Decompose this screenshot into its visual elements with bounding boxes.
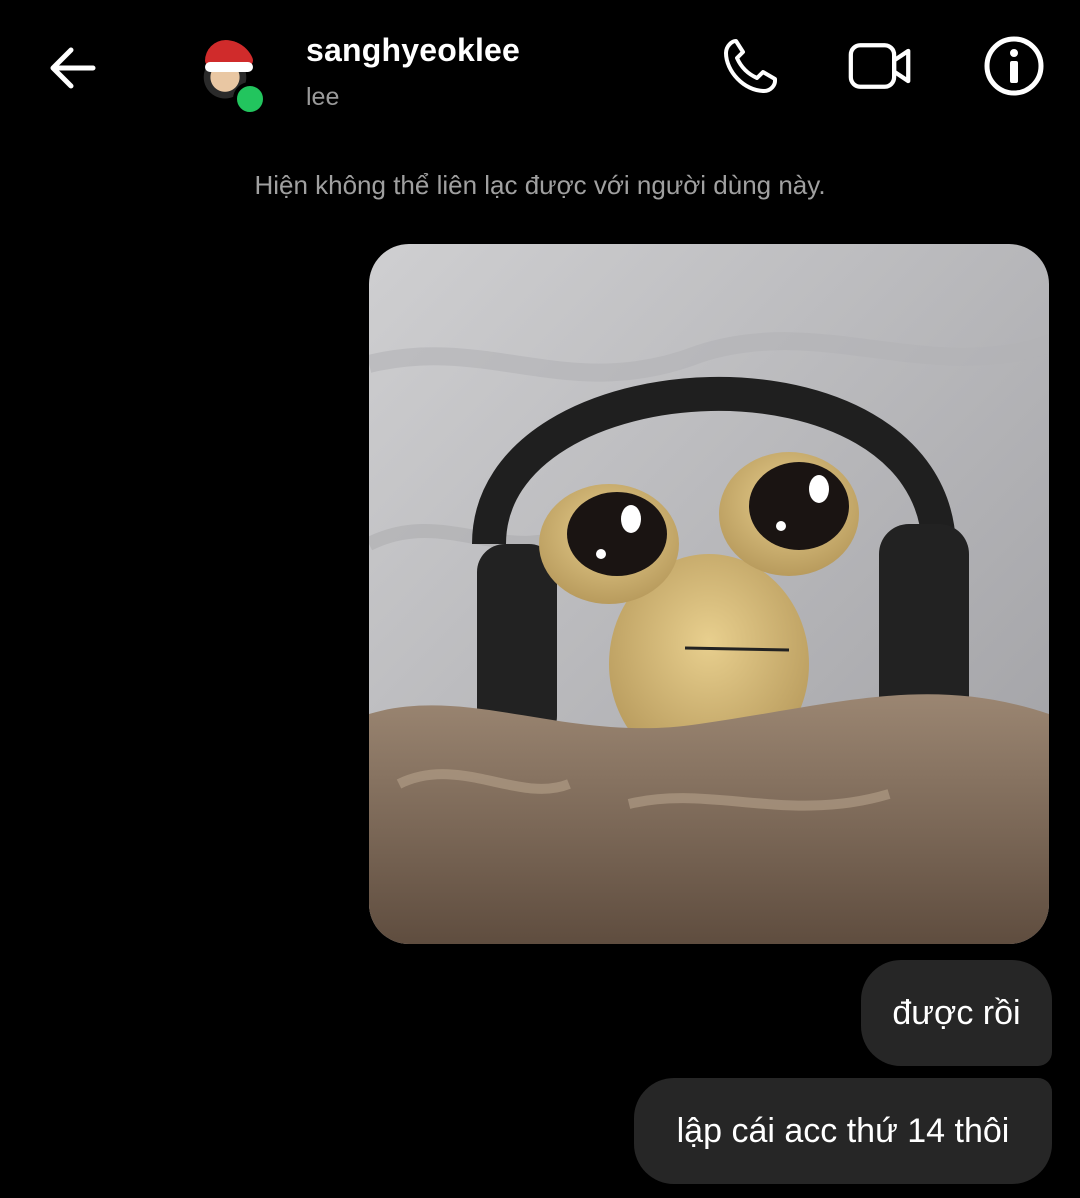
video-call-button[interactable]: [848, 34, 912, 98]
contact-avatar[interactable]: [195, 40, 267, 116]
arrow-left-icon: [50, 47, 96, 89]
message-bubble[interactable]: được rồi: [861, 960, 1052, 1066]
video-camera-icon: [848, 43, 911, 89]
message-text: được rồi: [892, 993, 1021, 1032]
info-icon: [984, 36, 1044, 96]
info-button[interactable]: [982, 34, 1046, 98]
plush-photo: [369, 244, 1049, 944]
unreachable-notice: Hiện không thể liên lạc được với người d…: [254, 170, 826, 200]
back-button[interactable]: [42, 40, 102, 96]
contact-username: sanghyeoklee: [306, 32, 521, 68]
chat-header: sanghyeoklee lee: [0, 0, 1080, 140]
sent-image-message[interactable]: [369, 244, 1049, 944]
contact-subname: lee: [306, 83, 340, 111]
phone-icon: [724, 39, 777, 93]
online-status-indicator: [233, 82, 267, 116]
contact-title[interactable]: sanghyeoklee lee: [306, 32, 520, 112]
message-bubble[interactable]: lập cái acc thứ 14 thôi: [634, 1078, 1052, 1184]
message-text: lập cái acc thứ 14 thôi: [676, 1111, 1010, 1150]
santa-hat-decoration: [205, 40, 253, 72]
call-button[interactable]: [718, 34, 782, 98]
